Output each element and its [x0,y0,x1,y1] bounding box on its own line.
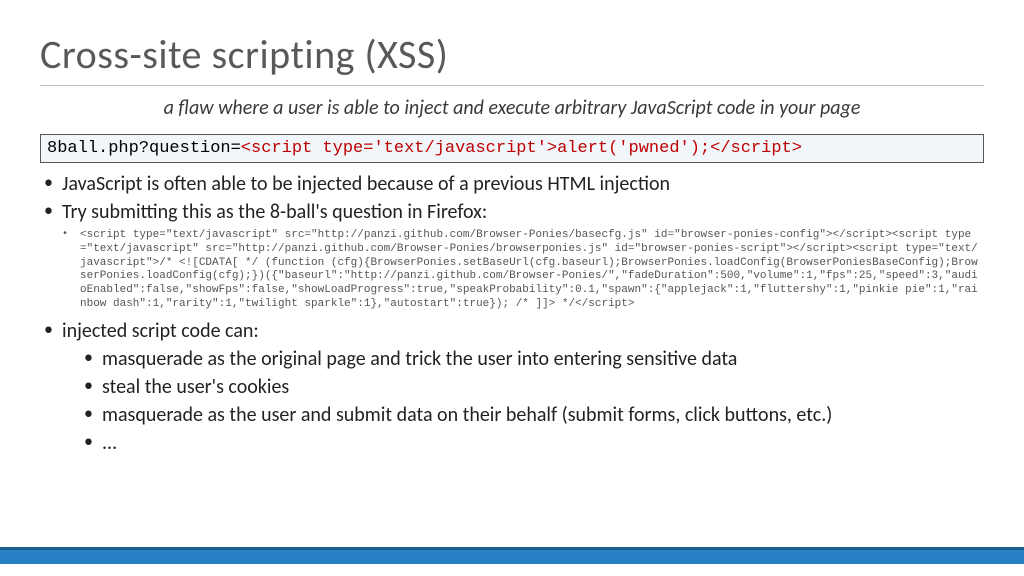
bullet-text: injected script code can: [62,319,259,343]
slide-title: Cross-site scripting (XSS) [40,30,984,79]
sub-bullet-list: masquerade as the original page and tric… [62,346,984,456]
bullet-item: JavaScript is often able to be injected … [62,171,984,197]
sub-bullet-item: steal the user's cookies [102,374,984,400]
code-snippet-long: <script type="text/javascript" src="http… [40,227,984,318]
code-example-box: 8ball.php?question=<script type='text/ja… [40,134,984,163]
bullet-list-2: injected script code can: masquerade as … [40,318,984,456]
footer-bar [0,550,1024,564]
code-prefix: 8ball.php?question= [47,139,241,158]
slide: Cross-site scripting (XSS) a flaw where … [0,0,1024,576]
sub-bullet-item: ... [102,430,984,456]
slide-subtitle: a flaw where a user is able to inject an… [40,96,984,120]
title-divider [40,85,984,86]
code-payload: <script type='text/javascript'>alert('pw… [241,139,802,158]
bullet-item: Try submitting this as the 8-ball's ques… [62,199,984,225]
bullet-list: JavaScript is often able to be injected … [40,171,984,225]
sub-bullet-item: masquerade as the user and submit data o… [102,402,984,428]
bullet-item: injected script code can: masquerade as … [62,318,984,456]
sub-bullet-item: masquerade as the original page and tric… [102,346,984,372]
